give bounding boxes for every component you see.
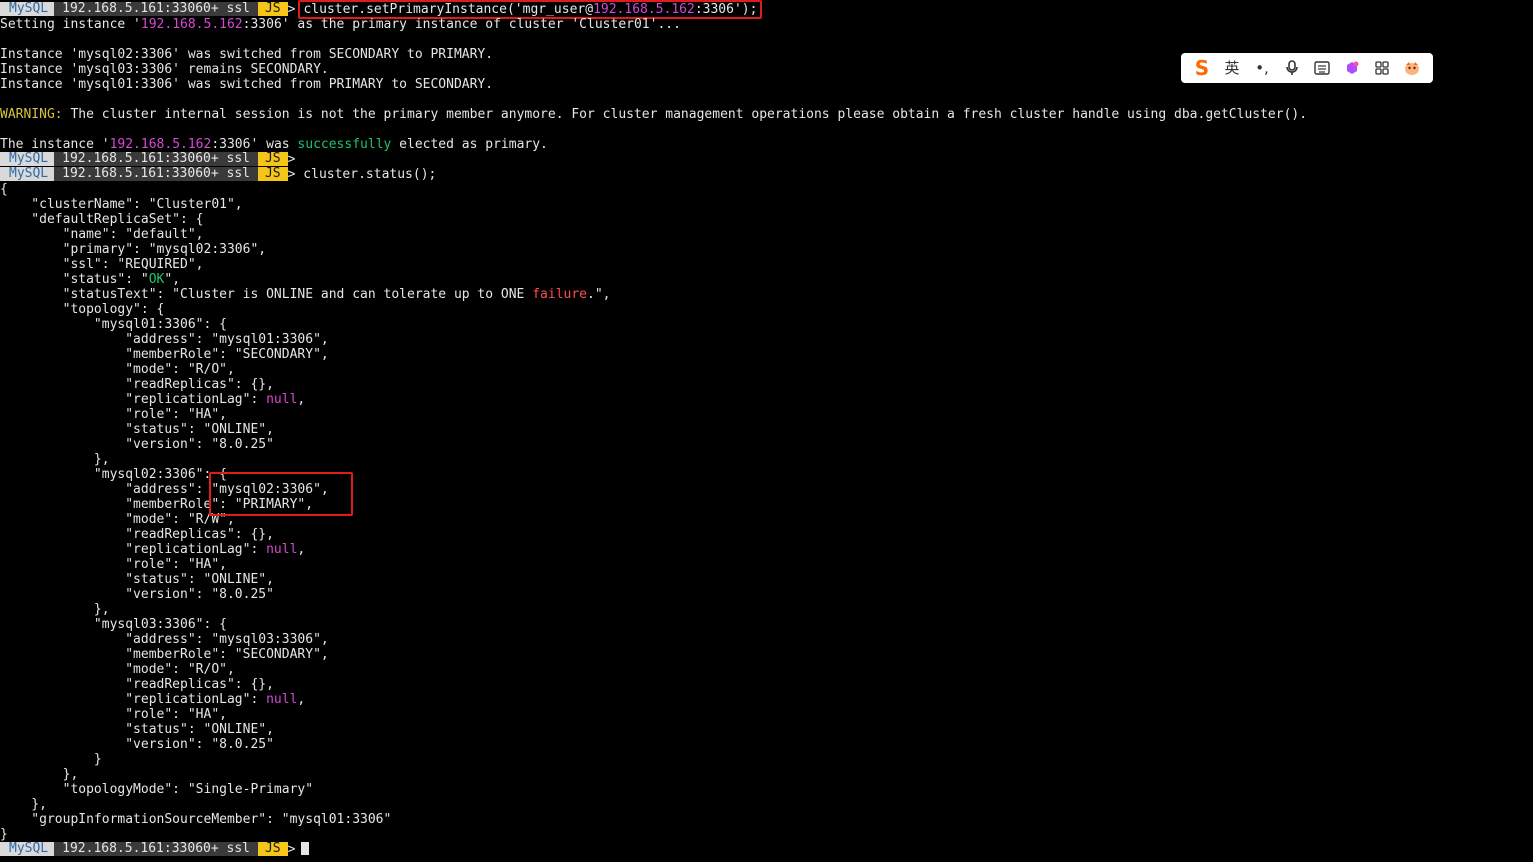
keyboard-icon[interactable] bbox=[1310, 56, 1334, 80]
output-warning-line: WARNING: The cluster internal session is… bbox=[0, 107, 1308, 122]
member-field-line: "replicationLag": null, bbox=[0, 542, 306, 557]
punctuation-icon[interactable]: •, bbox=[1250, 56, 1274, 80]
member-field-line: "mode": "R/O", bbox=[0, 362, 235, 377]
prompt-mode-badge: JS bbox=[257, 152, 288, 166]
active-prompt-line[interactable]: MySQL 192.168.5.161:33060+ ssl JS > bbox=[0, 842, 1533, 857]
member-field-line: "role": "HA", bbox=[0, 557, 227, 572]
microphone-icon[interactable] bbox=[1280, 56, 1304, 80]
output-setting-line: Setting instance '192.168.5.162:3306' as… bbox=[0, 17, 681, 32]
member-key-line: "mysql01:3306": { bbox=[0, 317, 227, 332]
command-ip: 192.168.5.162 bbox=[593, 2, 695, 17]
json-line: "name": "default", bbox=[0, 227, 204, 242]
member-close-line: } bbox=[0, 752, 102, 767]
warning-label: WARNING: bbox=[0, 107, 63, 122]
member-field-line: "memberRole": "SECONDARY", bbox=[0, 347, 329, 362]
json-line: "topologyMode": "Single-Primary" bbox=[0, 782, 314, 797]
member-field-line: "status": "ONLINE", bbox=[0, 572, 274, 587]
member-field-line: "replicationLag": null, bbox=[0, 392, 306, 407]
prompt-mode-badge: JS bbox=[257, 167, 288, 181]
failure-word: failure bbox=[532, 287, 588, 302]
member-field-line: "role": "HA", bbox=[0, 707, 227, 722]
json-line: "status": "OK", bbox=[0, 272, 181, 287]
prompt-mode-badge: JS bbox=[257, 2, 288, 16]
member-field-line: "status": "ONLINE", bbox=[0, 722, 274, 737]
language-toggle-icon[interactable]: 英 bbox=[1220, 56, 1244, 80]
json-line: "ssl": "REQUIRED", bbox=[0, 257, 204, 272]
member-field-line: "readReplicas": {}, bbox=[0, 677, 274, 692]
json-line: "groupInformationSourceMember": "mysql01… bbox=[0, 812, 392, 827]
prompt-host-badge: 192.168.5.161:33060+ ssl bbox=[54, 152, 258, 166]
json-line: "defaultReplicaSet": { bbox=[0, 212, 204, 227]
member-field-line: "status": "ONLINE", bbox=[0, 422, 274, 437]
prompt-product-badge: MySQL bbox=[0, 152, 55, 166]
prompt-arrow: > bbox=[287, 2, 296, 17]
json-line: "topology": { bbox=[0, 302, 165, 317]
member-close-line: }, bbox=[0, 602, 110, 617]
prompt-product-badge: MySQL bbox=[0, 167, 55, 181]
member-field-line: "version": "8.0.25" bbox=[0, 587, 274, 602]
ime-toolbar[interactable]: S 英 •, bbox=[1181, 53, 1433, 83]
member-field-line: "address": "mysql03:3306", bbox=[0, 632, 329, 647]
mascot-icon[interactable] bbox=[1400, 56, 1424, 80]
terminal-window[interactable]: MySQL 192.168.5.161:33060+ ssl JS > cluster.… bbox=[0, 0, 1533, 862]
skin-icon[interactable] bbox=[1340, 56, 1364, 80]
json-line: }, bbox=[0, 797, 47, 812]
json-line: "statusText": "Cluster is ONLINE and can… bbox=[0, 287, 611, 302]
prompt-product-badge: MySQL bbox=[0, 842, 55, 856]
text-cursor[interactable] bbox=[301, 842, 310, 855]
member-field-line: "mode": "R/O", bbox=[0, 662, 235, 677]
member-field-line: "version": "8.0.25" bbox=[0, 737, 274, 752]
sogou-logo-icon[interactable]: S bbox=[1190, 56, 1214, 80]
annotation-highlight-box bbox=[209, 472, 353, 516]
command-line-1: MySQL 192.168.5.161:33060+ ssl JS > cluster.… bbox=[0, 0, 1533, 19]
json-line: } bbox=[0, 827, 8, 842]
json-line: { bbox=[0, 182, 8, 197]
command-line-2: MySQL 192.168.5.161:33060+ ssl JS > cluster… bbox=[0, 167, 1533, 182]
prompt-product-badge: MySQL bbox=[0, 2, 55, 16]
member-field-line: "address": "mysql01:3306", bbox=[0, 332, 329, 347]
member-close-line: }, bbox=[0, 452, 110, 467]
member-field-line: "replicationLag": null, bbox=[0, 692, 306, 707]
member-field-line: "readReplicas": {}, bbox=[0, 527, 274, 542]
member-key-line: "mysql03:3306": { bbox=[0, 617, 227, 632]
json-line: }, bbox=[0, 767, 79, 782]
status-ok-value: OK bbox=[148, 272, 165, 287]
member-field-line: "memberRole": "SECONDARY", bbox=[0, 647, 329, 662]
prompt-host-badge: 192.168.5.161:33060+ ssl bbox=[54, 842, 258, 856]
json-line: "primary": "mysql02:3306", bbox=[0, 242, 267, 257]
member-field-line: "version": "8.0.25" bbox=[0, 437, 274, 452]
member-field-line: "role": "HA", bbox=[0, 407, 227, 422]
member-field-line: "readReplicas": {}, bbox=[0, 377, 274, 392]
apps-grid-icon[interactable] bbox=[1370, 56, 1394, 80]
output-elected-line: The instance '192.168.5.162:3306' was su… bbox=[0, 137, 548, 152]
prompt-host-badge: 192.168.5.161:33060+ ssl bbox=[54, 167, 258, 181]
status-command: cluster.status(); bbox=[303, 167, 437, 182]
prompt-mode-badge: JS bbox=[257, 842, 288, 856]
empty-prompt-line: MySQL 192.168.5.161:33060+ ssl JS > bbox=[0, 152, 1533, 167]
json-line: "clusterName": "Cluster01", bbox=[0, 197, 243, 212]
prompt-host-badge: 192.168.5.161:33060+ ssl bbox=[54, 2, 258, 16]
